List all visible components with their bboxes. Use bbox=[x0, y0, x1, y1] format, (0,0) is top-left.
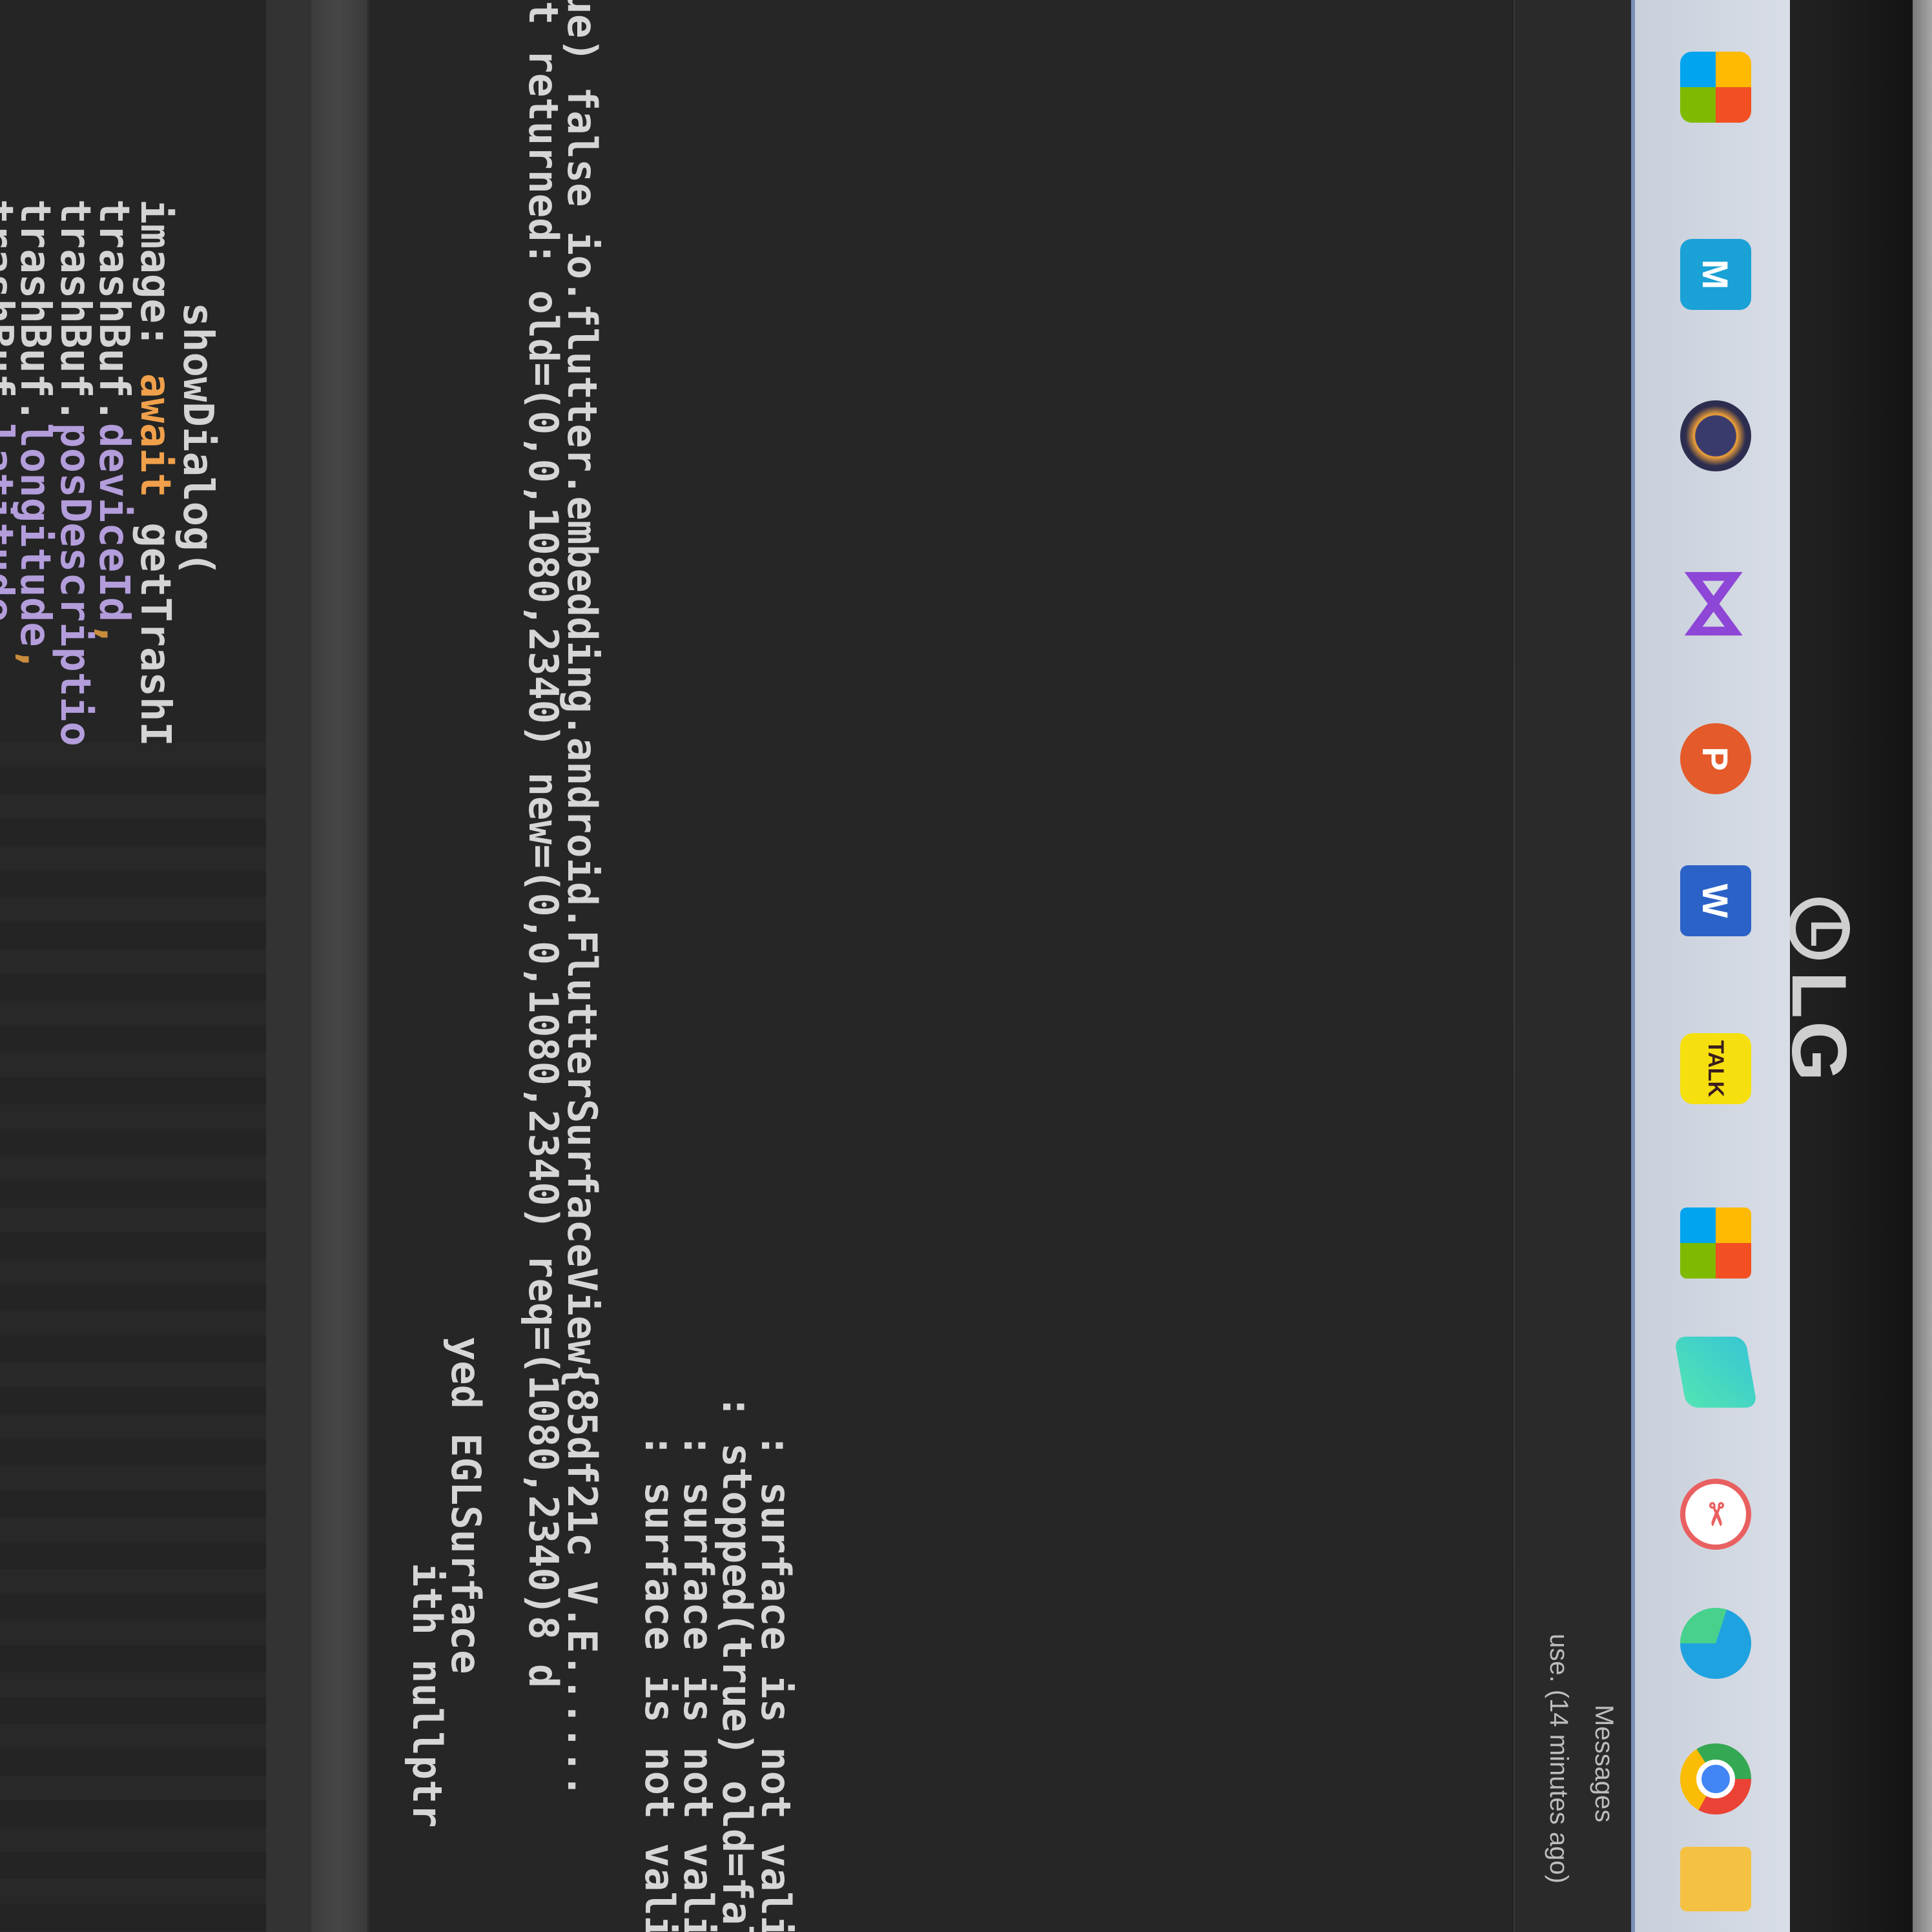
run-console: ith nullptr yed EGLSurface Relayout retu… bbox=[369, 0, 1512, 1932]
code-editor[interactable]: trashBuf.latitude, trashBuf.longitude, t… bbox=[0, 0, 266, 1932]
chrome-icon[interactable] bbox=[1680, 1743, 1751, 1814]
lg-logo-mark bbox=[1788, 898, 1850, 960]
status-message: use. (14 minutes ago) bbox=[1545, 1634, 1573, 1884]
code-call: showDialog( bbox=[174, 302, 221, 577]
pane-header bbox=[266, 0, 311, 1932]
bezel-edge bbox=[1913, 0, 1932, 1932]
code-line: showDialog( bbox=[136, 103, 260, 576]
lg-logo: LG bbox=[1776, 898, 1862, 1084]
console-line: : surface is not valid bbox=[636, 1434, 683, 1932]
eclipse-icon[interactable] bbox=[1680, 400, 1751, 471]
console-line: true) false io.flutter.embedding.android… bbox=[559, 0, 606, 1798]
console-line: Relayout returned: old=(0,0,1080,2340) n… bbox=[520, 0, 567, 1689]
word-icon[interactable]: W bbox=[1680, 865, 1751, 936]
file-explorer-icon[interactable] bbox=[1680, 1847, 1751, 1911]
editor-background-lines bbox=[0, 743, 266, 1932]
visual-studio-icon[interactable]: ⋈ bbox=[1673, 565, 1760, 642]
windows-taskbar: M ⋈ P W TALK ✂ bbox=[1631, 0, 1790, 1932]
console-line: : surface is not valid bbox=[675, 1434, 722, 1932]
console-line: : surface is not valid bbox=[752, 1434, 799, 1932]
snipping-tool-icon[interactable]: ✂ bbox=[1680, 1479, 1751, 1550]
ide-status-bar: Messages use. (14 minutes ago) bbox=[1514, 0, 1631, 1932]
monitor-screen: LG M ⋈ P W TALK ✂ Messages use. (14 minu… bbox=[0, 0, 1932, 1932]
powerpoint-icon[interactable]: P bbox=[1680, 723, 1751, 794]
console-line: : stopped(true) old=false bbox=[714, 1395, 761, 1932]
console-line: ith nullptr bbox=[404, 1563, 451, 1828]
mw-app-icon[interactable]: M bbox=[1680, 239, 1751, 310]
console-line: yed EGLSurface bbox=[442, 1337, 489, 1674]
microsoft-365-icon[interactable] bbox=[1680, 1208, 1751, 1279]
microsoft-store-icon[interactable] bbox=[1680, 52, 1751, 123]
messages-tab[interactable]: Messages bbox=[1589, 1705, 1618, 1822]
edge-icon[interactable] bbox=[1680, 1608, 1751, 1679]
kakaotalk-icon[interactable]: TALK bbox=[1680, 1033, 1751, 1104]
photo-stage: LG M ⋈ P W TALK ✂ Messages use. (14 minu… bbox=[0, 0, 1932, 1932]
pane-divider[interactable] bbox=[307, 0, 369, 1932]
cube-app-icon[interactable] bbox=[1674, 1337, 1758, 1408]
